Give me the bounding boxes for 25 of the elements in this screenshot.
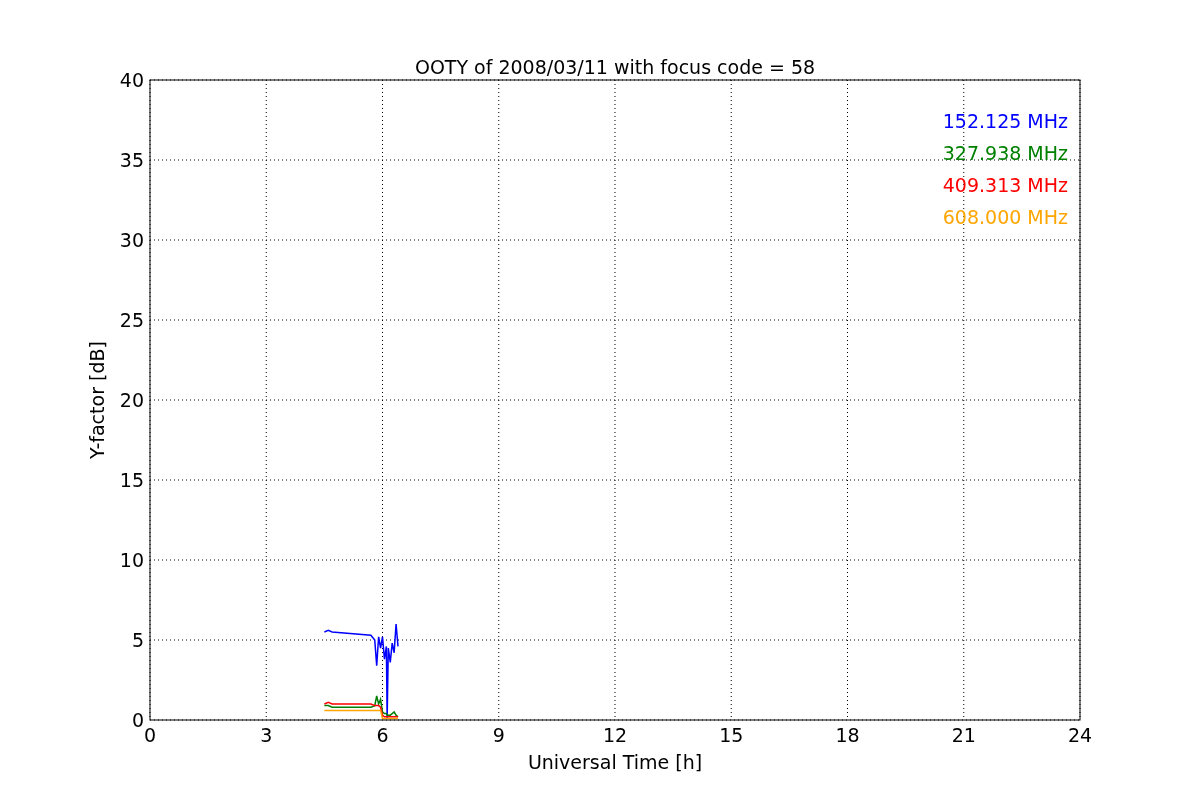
tick-label: 0 <box>131 709 144 731</box>
tick-label: 30 <box>119 229 144 251</box>
axis-title: Universal Time [h] <box>527 751 703 773</box>
tick-label: 15 <box>719 724 744 746</box>
tick-label: 35 <box>119 149 144 171</box>
tick-label: 6 <box>376 724 389 746</box>
tick-label: 40 <box>119 69 144 91</box>
tick-label: 5 <box>131 629 144 651</box>
tick-label: 3 <box>260 724 273 746</box>
legend-label: 327.938 MHz <box>942 142 1068 164</box>
chart-title: OOTY of 2008/03/11 with focus code = 58 <box>414 56 816 78</box>
tick-label: 18 <box>835 724 860 746</box>
legend-label: 152.125 MHz <box>942 110 1068 132</box>
tick-label: 10 <box>119 549 144 571</box>
tick-label: 25 <box>119 309 144 331</box>
legend-label: 608.000 MHz <box>942 206 1068 228</box>
legend-label: 409.313 MHz <box>942 174 1068 196</box>
tick-label: 9 <box>492 724 505 746</box>
axis-title: Y-factor [dB] <box>86 341 108 459</box>
tick-label: 15 <box>119 469 144 491</box>
tick-label: 0 <box>143 724 157 746</box>
tick-label: 12 <box>602 724 628 746</box>
tick-label: 24 <box>1067 724 1093 746</box>
tick-label: 20 <box>119 389 144 411</box>
tick-label: 21 <box>951 724 976 746</box>
